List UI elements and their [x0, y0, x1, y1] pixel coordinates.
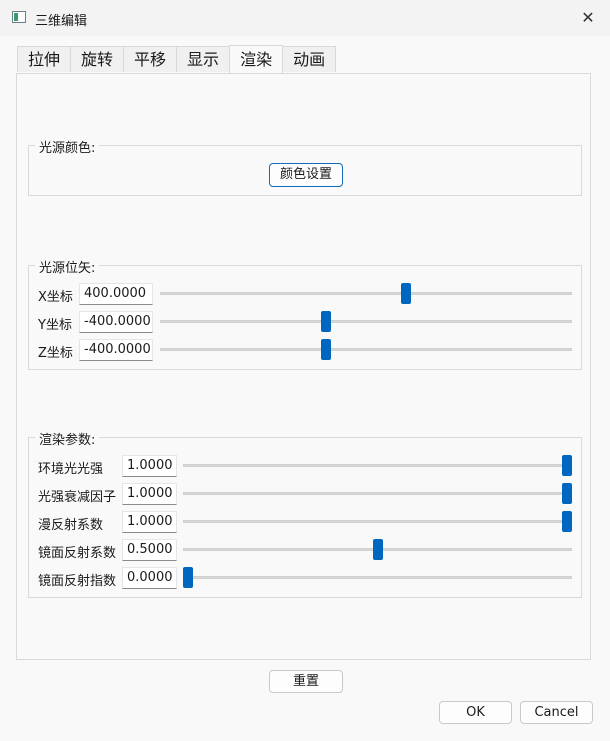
slider-thumb[interactable]: [320, 311, 331, 332]
slider-thumb[interactable]: [401, 283, 412, 304]
tab-bar: 拉伸 旋转 平移 显示 渲染 动画: [17, 45, 337, 73]
cancel-button[interactable]: Cancel: [520, 701, 593, 724]
tab-display[interactable]: 显示: [176, 46, 231, 72]
value-slider[interactable]: [183, 539, 572, 561]
tab-extrude[interactable]: 拉伸: [17, 46, 72, 72]
param-row: X坐标 400.0000: [38, 283, 574, 305]
tab-rotate[interactable]: 旋转: [70, 46, 125, 72]
reset-button[interactable]: 重置: [269, 670, 343, 693]
slider-thumb[interactable]: [562, 511, 572, 532]
app-icon: [12, 11, 26, 23]
light-position-group: 光源位矢: X坐标 400.0000 Y坐标 -400.0000 Z坐标 -400.000…: [28, 257, 582, 370]
value-slider[interactable]: [183, 455, 572, 477]
value-input[interactable]: 0.5000: [122, 539, 177, 561]
value-input[interactable]: 1.0000: [122, 511, 177, 533]
tab-translate[interactable]: 平移: [123, 46, 178, 72]
ok-button[interactable]: OK: [439, 701, 512, 724]
value-slider[interactable]: [160, 311, 572, 333]
param-row: 镜面反射指数 0.0000: [38, 567, 574, 589]
value-input[interactable]: -400.0000: [79, 311, 153, 333]
param-label: 环境光光强: [38, 462, 104, 477]
render-tab-panel: 光源颜色: 颜色设置 光源位矢: X坐标 400.0000 Y坐标 -400.0000…: [16, 73, 591, 660]
slider-thumb[interactable]: [562, 455, 572, 476]
render-params-group-title: 渲染参数:: [35, 429, 100, 448]
param-row: 漫反射系数 1.0000: [38, 511, 574, 533]
param-label: Z坐标: [38, 346, 73, 361]
slider-track: [183, 520, 572, 523]
param-label: Y坐标: [38, 318, 72, 333]
param-label: 镜面反射指数: [38, 574, 117, 589]
value-input[interactable]: 0.0000: [122, 567, 177, 589]
value-slider[interactable]: [183, 483, 572, 505]
param-label: X坐标: [38, 290, 73, 305]
light-position-group-title: 光源位矢:: [35, 257, 100, 276]
slider-track: [160, 348, 572, 351]
value-slider[interactable]: [160, 283, 572, 305]
slider-thumb[interactable]: [183, 567, 193, 588]
value-slider[interactable]: [183, 511, 572, 533]
render-params-group: 渲染参数: 环境光光强 1.0000 光强衰减因子 1.0000 漫反射系数 1.0000…: [28, 429, 582, 598]
param-row: Z坐标 -400.0000: [38, 339, 574, 361]
slider-track: [160, 320, 572, 323]
value-input[interactable]: -400.0000: [79, 339, 153, 361]
slider-track: [183, 576, 572, 579]
slider-thumb[interactable]: [372, 539, 383, 560]
close-button[interactable]: ✕: [574, 5, 602, 31]
value-slider[interactable]: [183, 567, 572, 589]
param-label: 镜面反射系数: [38, 546, 117, 561]
tab-render[interactable]: 渲染: [229, 45, 284, 73]
param-label: 光强衰减因子: [38, 490, 117, 505]
param-row: 环境光光强 1.0000: [38, 455, 574, 477]
color-settings-button[interactable]: 颜色设置: [269, 163, 343, 187]
slider-thumb[interactable]: [562, 483, 572, 504]
light-color-group-title: 光源颜色:: [35, 137, 100, 156]
param-row: Y坐标 -400.0000: [38, 311, 574, 333]
slider-track: [183, 492, 572, 495]
param-row: 光强衰减因子 1.0000: [38, 483, 574, 505]
tab-animation[interactable]: 动画: [282, 46, 337, 72]
slider-thumb[interactable]: [320, 339, 331, 360]
title-bar: 三维编辑 ✕: [0, 0, 610, 36]
slider-track: [160, 292, 572, 295]
value-slider[interactable]: [160, 339, 572, 361]
param-label: 漫反射系数: [38, 518, 104, 533]
value-input[interactable]: 1.0000: [122, 483, 177, 505]
value-input[interactable]: 1.0000: [122, 455, 177, 477]
window-title: 三维编辑: [35, 14, 88, 29]
light-color-group: 光源颜色: 颜色设置: [28, 137, 582, 196]
value-input[interactable]: 400.0000: [79, 283, 153, 305]
slider-track: [183, 464, 572, 467]
param-row: 镜面反射系数 0.5000: [38, 539, 574, 561]
